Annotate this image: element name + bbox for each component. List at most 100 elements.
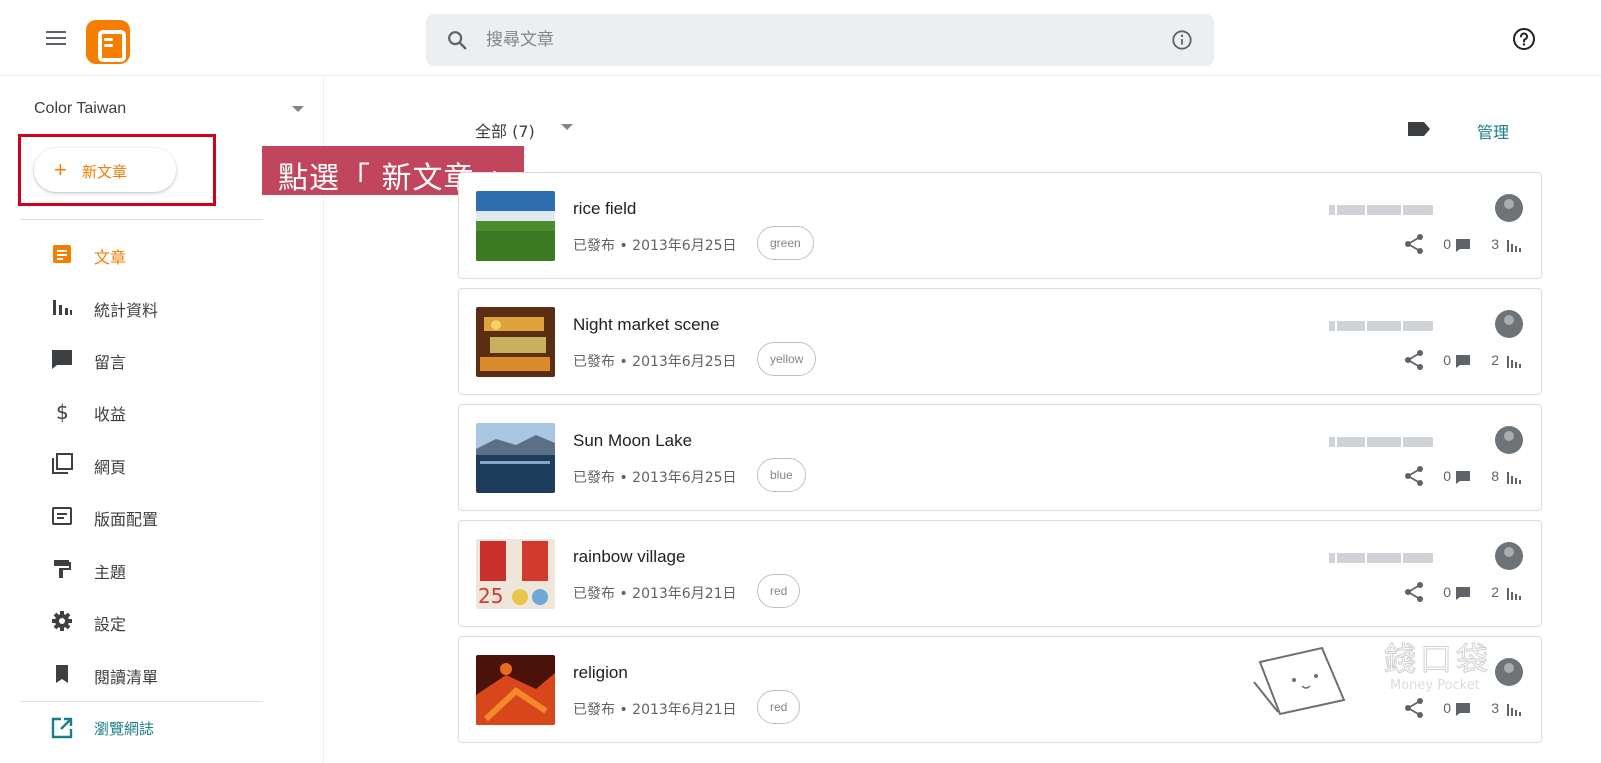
post-title[interactable]: Night market scene	[573, 315, 719, 335]
new-post-label: 新文章	[82, 163, 128, 181]
blogger-logo[interactable]	[86, 20, 130, 64]
view-count: 3	[1491, 236, 1499, 252]
share-icon[interactable]	[1403, 581, 1425, 603]
sidebar-item-label: 文章	[94, 248, 127, 267]
sidebar-item-earnings[interactable]: $ 收益	[50, 396, 270, 426]
sidebar-item-settings[interactable]: 設定	[50, 606, 270, 636]
post-row[interactable]: Night market scene 已發布 • 2013年6月25日 yell…	[458, 288, 1542, 395]
post-label-chip[interactable]: yellow	[757, 342, 817, 376]
gear-icon	[52, 611, 72, 631]
posts-icon	[53, 245, 71, 263]
earnings-icon: $	[56, 400, 69, 423]
sidebar-item-layout[interactable]: 版面配置	[50, 501, 270, 531]
view-count: 8	[1491, 468, 1499, 484]
post-thumbnail	[476, 191, 555, 261]
author-name-blurred	[1329, 433, 1441, 447]
avatar	[1495, 194, 1523, 222]
share-icon[interactable]	[1403, 465, 1425, 487]
info-icon[interactable]	[1171, 29, 1193, 51]
post-thumbnail	[476, 307, 555, 377]
sidebar-item-label: 留言	[94, 353, 127, 372]
sidebar-item-label: 閱讀清單	[94, 668, 159, 687]
comment-count: 0	[1443, 236, 1451, 252]
new-post-button[interactable]: + 新文章	[34, 148, 176, 192]
comment-count: 0	[1443, 468, 1451, 484]
post-meta: 已發布 • 2013年6月25日	[573, 354, 737, 370]
blog-selector[interactable]: Color Taiwan	[34, 100, 304, 122]
share-icon[interactable]	[1403, 233, 1425, 255]
post-label-chip[interactable]: blue	[757, 458, 806, 492]
layout-icon	[52, 507, 72, 525]
post-filter-dropdown[interactable]: 全部 (7)	[475, 118, 595, 142]
comment-count: 0	[1443, 584, 1451, 600]
sidebar-item-reading-list[interactable]: 閱讀清單	[50, 659, 270, 689]
svg-text:25: 25	[478, 584, 503, 608]
help-icon[interactable]	[1512, 27, 1536, 51]
theme-icon	[54, 560, 71, 578]
sidebar-item-posts[interactable]: 文章	[50, 239, 270, 269]
comments-icon	[52, 350, 72, 369]
sidebar-item-label: 網頁	[94, 458, 127, 477]
post-meta: 已發布 • 2013年6月21日	[573, 586, 737, 602]
plus-icon: +	[54, 157, 67, 182]
post-title[interactable]: rainbow village	[573, 547, 685, 567]
stats-icon	[53, 300, 72, 315]
sidebar-item-label: 統計資料	[94, 301, 159, 320]
avatar	[1495, 542, 1523, 570]
post-label-chip[interactable]: red	[757, 574, 801, 608]
search-icon[interactable]	[446, 29, 468, 51]
label-icon[interactable]	[1406, 118, 1432, 140]
post-title[interactable]: Sun Moon Lake	[573, 431, 692, 451]
post-title[interactable]: rice field	[573, 199, 636, 219]
view-count: 2	[1491, 352, 1499, 368]
comment-icon	[1456, 355, 1470, 368]
post-meta: 已發布 • 2013年6月21日	[573, 702, 737, 718]
stats-icon	[1507, 356, 1521, 368]
post-thumbnail: 25	[476, 539, 555, 609]
manage-link[interactable]: 管理	[1477, 119, 1509, 143]
comment-icon	[1456, 471, 1470, 484]
avatar	[1495, 426, 1523, 454]
view-count: 2	[1491, 584, 1499, 600]
filter-label: 全部 (7)	[475, 122, 535, 141]
post-label-chip[interactable]: green	[757, 226, 814, 260]
watermark-title: 錢口袋	[1383, 640, 1493, 679]
post-label-chip[interactable]: red	[757, 690, 801, 724]
bookmark-icon	[56, 665, 68, 683]
post-meta: 已發布 • 2013年6月25日	[573, 470, 737, 486]
menu-icon[interactable]	[44, 28, 68, 52]
svg-text:$: $	[56, 400, 69, 423]
view-blog-link[interactable]: 瀏覽網誌	[50, 713, 270, 743]
comment-icon	[1456, 239, 1470, 252]
sidebar-item-pages[interactable]: 網頁	[50, 449, 270, 479]
search-bar	[426, 14, 1214, 66]
search-input[interactable]	[486, 28, 1126, 52]
sidebar-item-theme[interactable]: 主題	[50, 554, 270, 584]
chevron-down-icon	[561, 124, 573, 130]
post-thumbnail	[476, 655, 555, 725]
chevron-down-icon	[292, 106, 304, 112]
comment-count: 0	[1443, 352, 1451, 368]
sidebar-item-comments[interactable]: 留言	[50, 344, 270, 374]
post-row[interactable]: rice field 已發布 • 2013年6月25日 green 0 3	[458, 172, 1542, 279]
divider	[20, 701, 263, 702]
sidebar-item-stats[interactable]: 統計資料	[50, 292, 270, 322]
blog-name: Color Taiwan	[34, 100, 127, 117]
pages-icon	[52, 453, 73, 474]
open-in-new-icon	[51, 717, 73, 739]
post-title[interactable]: religion	[573, 663, 628, 683]
post-thumbnail	[476, 423, 555, 493]
post-row[interactable]: 25 rainbow village 已發布 • 2013年6月21日 red …	[458, 520, 1542, 627]
view-blog-label: 瀏覽網誌	[94, 720, 155, 738]
author-name-blurred	[1329, 549, 1441, 563]
stats-icon	[1507, 240, 1521, 252]
watermark: 錢口袋 Money Pocket	[1252, 634, 1512, 724]
author-name-blurred	[1329, 201, 1441, 215]
author-name-blurred	[1329, 317, 1441, 331]
post-row[interactable]: Sun Moon Lake 已發布 • 2013年6月25日 blue 0 8	[458, 404, 1542, 511]
share-icon[interactable]	[1403, 349, 1425, 371]
watermark-subtitle: Money Pocket	[1390, 678, 1480, 693]
top-app-bar	[0, 0, 1601, 76]
comment-icon	[1456, 587, 1470, 600]
sidebar-item-label: 設定	[94, 615, 127, 634]
